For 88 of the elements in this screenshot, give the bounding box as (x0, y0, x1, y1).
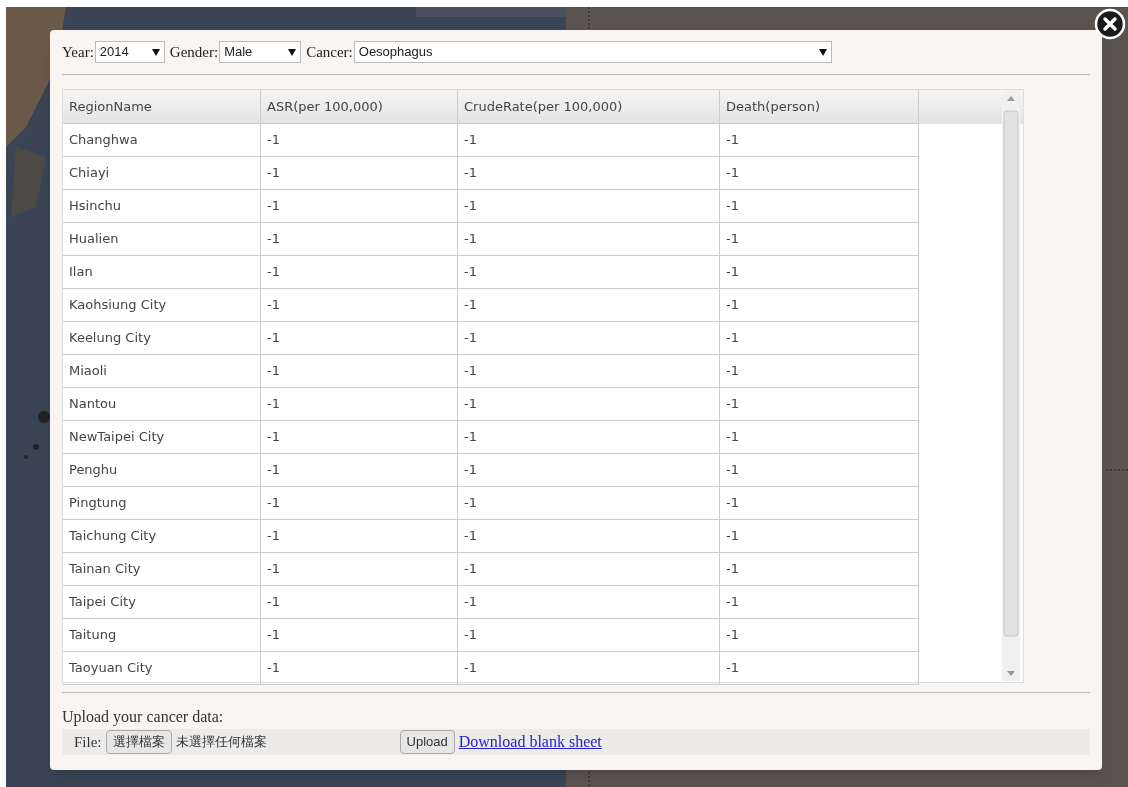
table-cell: Kaohsiung City (63, 289, 261, 322)
table-cell: Taipei City (63, 586, 261, 619)
table-cell: -1 (720, 355, 919, 388)
table-cell: -1 (720, 124, 919, 157)
column-header: CrudeRate(per 100,000) (458, 90, 720, 124)
table-cell: -1 (261, 553, 458, 586)
table-cell: -1 (720, 157, 919, 190)
file-label: File: (74, 732, 102, 752)
table-cell: NewTaipei City (63, 421, 261, 454)
table-cell: Taichung City (63, 520, 261, 553)
table-cell: -1 (720, 520, 919, 553)
file-status: 未選擇任何檔案 (175, 733, 268, 752)
table-cell: Ilan (63, 256, 261, 289)
table-cell: -1 (720, 652, 919, 685)
close-icon[interactable] (1094, 8, 1126, 40)
table-cell: -1 (720, 190, 919, 223)
table-cell: -1 (720, 388, 919, 421)
table-cell: -1 (261, 124, 458, 157)
caret-icon (288, 48, 297, 56)
table-cell: -1 (261, 355, 458, 388)
table-cell: -1 (261, 256, 458, 289)
table-cell: -1 (261, 322, 458, 355)
table-cell: -1 (458, 190, 720, 223)
table-cell: -1 (458, 553, 720, 586)
table-cell: -1 (261, 190, 458, 223)
table-cell: -1 (458, 157, 720, 190)
table-cell: -1 (720, 256, 919, 289)
table-cell: Hsinchu (63, 190, 261, 223)
table-cell: -1 (458, 652, 720, 685)
table-cell: -1 (720, 421, 919, 454)
download-link[interactable]: Download blank sheet (458, 730, 602, 754)
upload-button[interactable]: Upload (399, 730, 455, 754)
table-cell: Hualien (63, 223, 261, 256)
table-cell: -1 (261, 454, 458, 487)
table-cell: -1 (720, 586, 919, 619)
table-cell: -1 (458, 124, 720, 157)
dropdown[interactable]: Oesophagus (353, 41, 832, 63)
table-cell: -1 (261, 289, 458, 322)
filter-label: Year: (62, 42, 94, 62)
table-cell: -1 (720, 454, 919, 487)
column-header: ASR(per 100,000) (261, 90, 458, 124)
table-cell: -1 (458, 388, 720, 421)
table-cell: -1 (458, 421, 720, 454)
table-cell: -1 (458, 355, 720, 388)
caret-icon (818, 48, 827, 56)
table-cell: -1 (458, 586, 720, 619)
table-cell: -1 (720, 553, 919, 586)
dropdown[interactable]: 2014 (94, 41, 165, 63)
table-cell: Changhwa (63, 124, 261, 157)
table-cell: -1 (261, 586, 458, 619)
table-cell: -1 (458, 520, 720, 553)
table-cell: -1 (261, 421, 458, 454)
table-cell: -1 (458, 289, 720, 322)
table-cell: Taitung (63, 619, 261, 652)
table-cell: -1 (458, 454, 720, 487)
table-cell: -1 (261, 487, 458, 520)
table-cell: Keelung City (63, 322, 261, 355)
table-cell: Pingtung (63, 487, 261, 520)
table-cell: -1 (458, 223, 720, 256)
filter-label: Gender: (169, 42, 219, 62)
filter-label: Cancer: (306, 42, 353, 62)
table-cell: -1 (261, 520, 458, 553)
dropdown[interactable]: Male (219, 41, 302, 63)
table-cell: -1 (261, 619, 458, 652)
column-header: RegionName (63, 90, 261, 124)
table-cell: -1 (720, 223, 919, 256)
table-cell: -1 (720, 619, 919, 652)
choose-file-button[interactable]: 選擇檔案 (105, 730, 172, 754)
table-cell: Chiayi (63, 157, 261, 190)
table-cell: Tainan City (63, 553, 261, 586)
table-cell: -1 (720, 289, 919, 322)
table-cell: -1 (458, 487, 720, 520)
table-cell: Miaoli (63, 355, 261, 388)
table-cell: -1 (720, 322, 919, 355)
table-cell: -1 (261, 223, 458, 256)
table-cell: -1 (458, 619, 720, 652)
upload-heading: Upload your cancer data: (62, 707, 225, 728)
column-header: Death(person) (720, 90, 919, 124)
table-cell: -1 (458, 256, 720, 289)
table-cell: Nantou (63, 388, 261, 421)
table-cell: -1 (261, 652, 458, 685)
table-cell: Taoyuan City (63, 652, 261, 685)
caret-icon (151, 48, 160, 56)
table-cell: -1 (261, 157, 458, 190)
table-cell: Penghu (63, 454, 261, 487)
table-cell: -1 (458, 322, 720, 355)
table-cell: -1 (261, 388, 458, 421)
table-cell: -1 (720, 487, 919, 520)
